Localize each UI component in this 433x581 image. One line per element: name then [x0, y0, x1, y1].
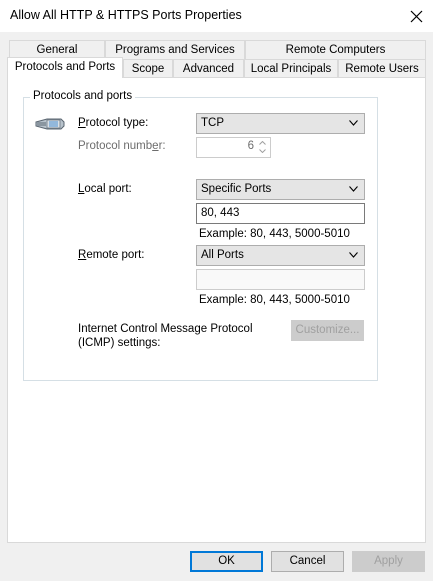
remote-port-label: Remote port:: [78, 249, 145, 261]
tab-protocols-and-ports[interactable]: Protocols and Ports: [7, 57, 123, 78]
remote-port-select-value: All Ports: [201, 249, 244, 261]
protocol-type-dropdown[interactable]: TCP: [196, 113, 365, 134]
remote-port-dropdown[interactable]: All Ports: [196, 245, 365, 266]
protocol-number-label: Protocol number:: [78, 140, 166, 152]
spin-up-icon: [256, 139, 269, 147]
local-port-example: Example: 80, 443, 5000-5010: [199, 228, 350, 240]
ok-button[interactable]: OK: [190, 551, 263, 572]
network-cable-icon: [35, 118, 65, 130]
protocol-type-value: TCP: [201, 117, 224, 129]
tab-remote-users[interactable]: Remote Users: [338, 59, 426, 78]
cancel-button[interactable]: Cancel: [271, 551, 344, 572]
close-button[interactable]: [404, 4, 428, 28]
chevron-down-icon: [349, 120, 358, 126]
protocol-number-spinner: 6: [196, 137, 271, 158]
tab-remote-computers[interactable]: Remote Computers: [245, 40, 426, 59]
window-title: Allow All HTTP & HTTPS Ports Properties: [10, 8, 242, 22]
tab-scope[interactable]: Scope: [123, 59, 173, 78]
customize-button: Customize...: [291, 320, 364, 341]
group-legend: Protocols and ports: [30, 90, 136, 102]
local-port-input[interactable]: 80, 443: [196, 203, 365, 224]
apply-button: Apply: [352, 551, 425, 572]
local-port-dropdown[interactable]: Specific Ports: [196, 179, 365, 200]
remote-port-input: [196, 269, 365, 290]
tab-advanced[interactable]: Advanced: [173, 59, 244, 78]
local-port-label: Local port:: [78, 183, 132, 195]
icmp-label-line1: Internet Control Message Protocol: [78, 323, 253, 335]
icmp-label-line2: (ICMP) settings:: [78, 337, 161, 349]
remote-port-example: Example: 80, 443, 5000-5010: [199, 294, 350, 306]
tab-programs-and-services[interactable]: Programs and Services: [105, 40, 245, 59]
close-icon: [410, 10, 422, 22]
local-port-select-value: Specific Ports: [201, 183, 272, 195]
chevron-down-icon: [349, 186, 358, 192]
protocol-type-label: Protocol type:: [78, 117, 149, 129]
spin-down-icon: [256, 147, 269, 155]
protocol-number-value: 6: [247, 140, 254, 152]
chevron-down-icon: [349, 252, 358, 258]
tab-local-principals[interactable]: Local Principals: [244, 59, 338, 78]
